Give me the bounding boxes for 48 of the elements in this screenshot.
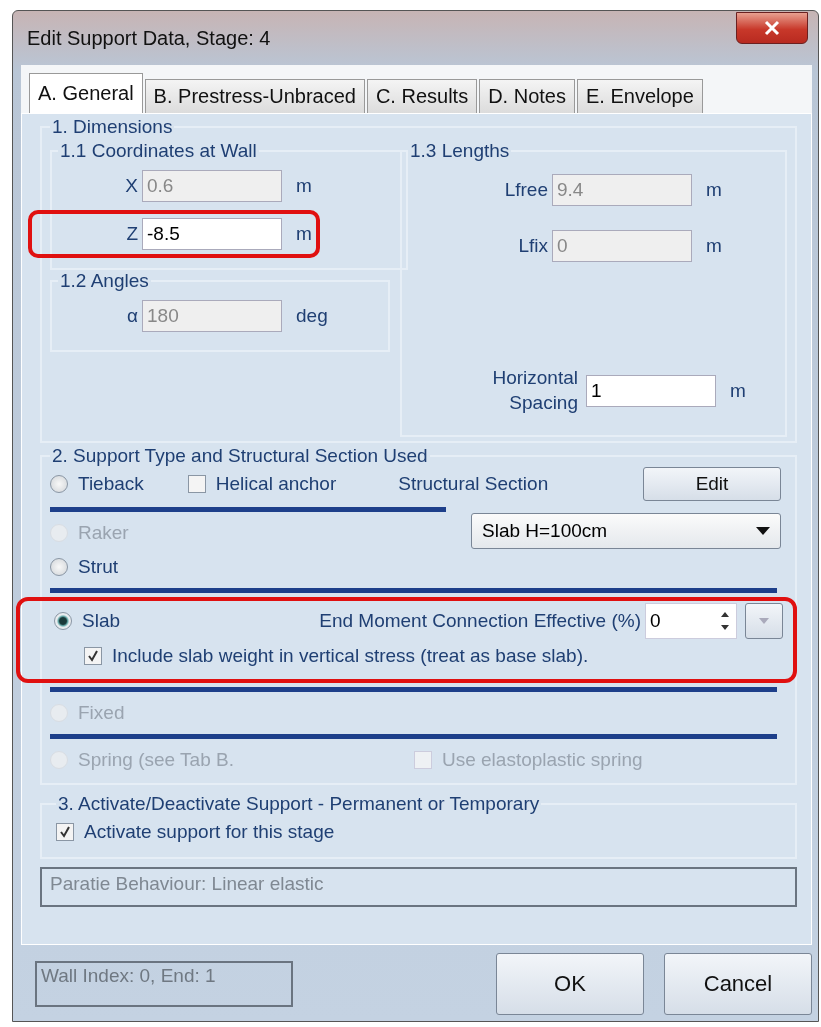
unit-label: m — [706, 235, 722, 257]
tab[interactable]: C. Results — [366, 79, 478, 113]
dropdown-arrow-icon — [759, 618, 769, 625]
check-icon — [59, 826, 71, 839]
unit-label: m — [730, 379, 746, 402]
field-label: α — [126, 305, 138, 327]
group-title: 3. Activate/Deactivate Support - Permanent or Temporary — [57, 793, 541, 816]
edit-button[interactable]: Edit — [643, 467, 781, 502]
tab[interactable]: A. General — [29, 73, 143, 113]
behaviour-field: Paratie Behaviour: Linear elastic — [40, 867, 797, 908]
unit-label: m — [706, 179, 722, 201]
group-title: 1.2 Angles — [59, 270, 150, 292]
unit-label: m — [296, 223, 312, 245]
tab[interactable]: D. Notes — [479, 79, 575, 113]
radio-option[interactable]: Strut — [50, 550, 787, 585]
checkbox-option[interactable]: Activate support for this stage — [56, 815, 781, 850]
unit-label: deg — [296, 305, 328, 327]
checkbox-option[interactable]: Include slab weight in vertical stress (treat as base slab). — [54, 639, 783, 674]
radio-option[interactable]: Slab — [54, 604, 121, 639]
close-button[interactable] — [736, 12, 808, 44]
group-title: 2. Support Type and Structural Section Used — [51, 445, 429, 468]
input-field[interactable]: 1 — [586, 374, 716, 407]
dropdown-button[interactable] — [745, 603, 783, 640]
dropdown-arrow-icon — [756, 527, 770, 536]
field-label: X — [124, 175, 138, 197]
check-icon — [87, 650, 99, 663]
group-title: 1. Dimensions — [51, 116, 174, 138]
field-label: End Moment Connection Effective (%) — [319, 610, 641, 633]
tab[interactable]: E. Envelope — [576, 79, 703, 113]
group-title: 1.3 Lengths — [409, 140, 511, 162]
field-label: Horizontal Spacing — [491, 366, 578, 415]
checkbox-option[interactable]: Helical anchor — [187, 467, 337, 502]
ok-button[interactable]: OK — [496, 953, 644, 1015]
section-dropdown[interactable]: Slab H=100cm — [471, 513, 781, 550]
field-label: Lfree — [503, 179, 548, 201]
status-field: Wall Index: 0, End: 1 — [35, 961, 293, 1007]
close-icon — [763, 20, 781, 36]
input-field[interactable]: -8.5 — [142, 218, 282, 250]
group-title: 1.1 Coordinates at Wall — [59, 140, 258, 162]
unit-label: m — [296, 175, 312, 197]
field-label: Z — [125, 223, 138, 245]
window-title: Edit Support Data, Stage: 4 — [26, 26, 271, 50]
spinner-field[interactable]: 0 — [645, 603, 737, 640]
cancel-button[interactable]: Cancel — [664, 953, 812, 1015]
field-label: Structural Section — [398, 473, 549, 496]
tab[interactable]: B. Prestress-Unbraced — [144, 79, 365, 113]
radio-option[interactable]: Tieback — [50, 467, 144, 502]
field-label: Lfix — [517, 235, 548, 257]
